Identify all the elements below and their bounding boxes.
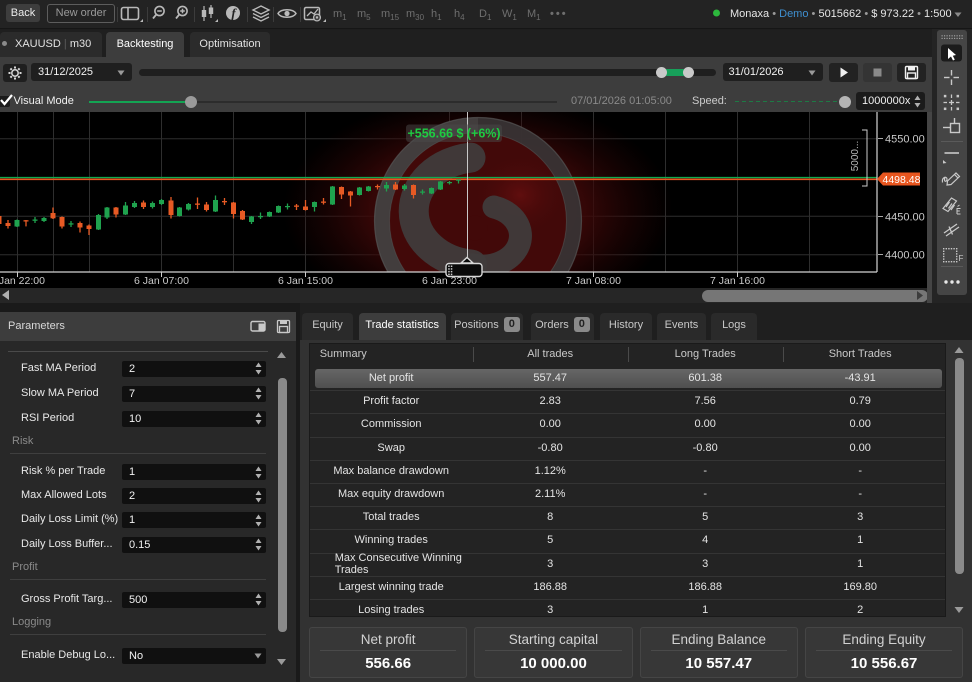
svg-text:6 Jan 15:00: 6 Jan 15:00 — [278, 275, 333, 287]
svg-text:+556.66 $ (+6%): +556.66 $ (+6%) — [407, 127, 500, 141]
svg-text:4450.00: 4450.00 — [885, 211, 925, 223]
svg-text:6 Jan 07:00: 6 Jan 07:00 — [134, 275, 189, 287]
svg-text:7 Jan 08:00: 7 Jan 08:00 — [566, 275, 621, 287]
svg-text:4400.00: 4400.00 — [885, 249, 925, 261]
svg-text:5 Jan 22:00: 5 Jan 22:00 — [0, 275, 45, 287]
svg-text:F: F — [959, 254, 964, 263]
svg-text:7 Jan 16:00: 7 Jan 16:00 — [710, 275, 765, 287]
svg-text:4550.00: 4550.00 — [885, 133, 925, 145]
svg-text:4498.48: 4498.48 — [883, 174, 921, 186]
svg-text:5000...: 5000... — [850, 141, 861, 172]
